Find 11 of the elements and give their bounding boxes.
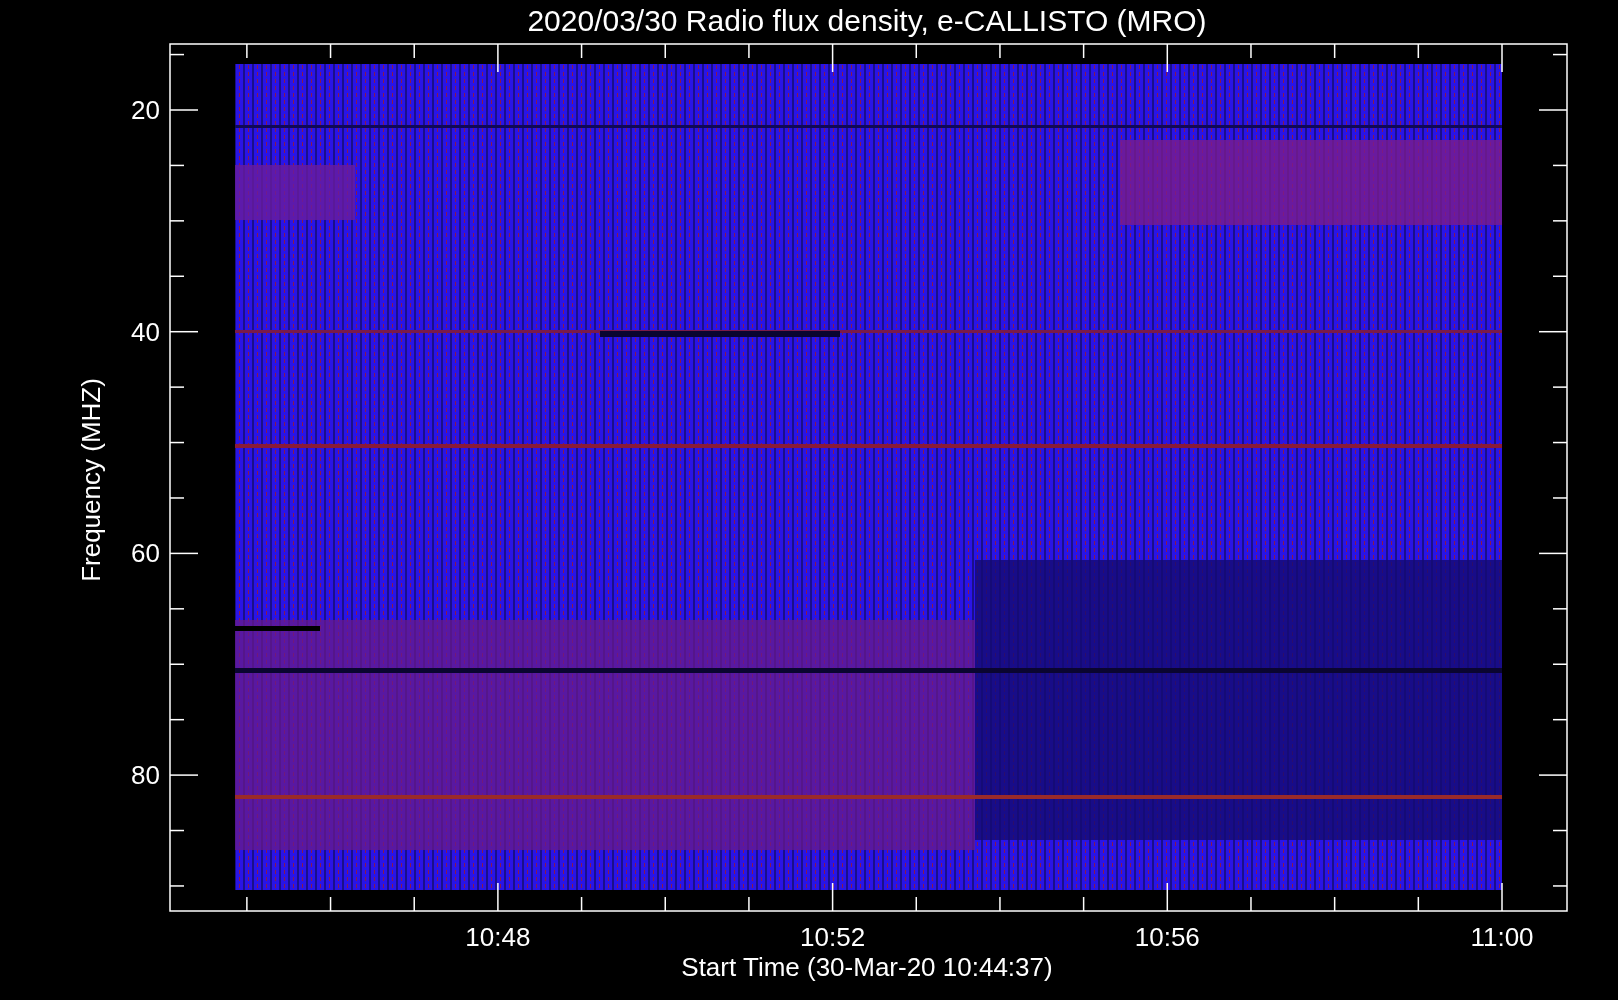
chart-title: 2020/03/30 Radio flux density, e-CALLISTO (MRO) [527, 4, 1207, 37]
axis-tick-label: 80 [131, 760, 160, 791]
axis-tick-label: 40 [131, 316, 160, 347]
axis-tick-label: 10:52 [800, 922, 866, 952]
axis-tick-label: 20 [131, 95, 160, 125]
axis-tick-label: 11:00 [1470, 922, 1534, 952]
axis-tick-label: 10:56 [1134, 922, 1200, 952]
axis-title: Frequency (MHZ) [76, 378, 106, 582]
axis-title: Start Time (30-Mar-20 10:44:37) [681, 952, 1053, 982]
axis-tick-label: 60 [131, 538, 160, 569]
axis-tick-label: 10:48 [465, 922, 531, 952]
